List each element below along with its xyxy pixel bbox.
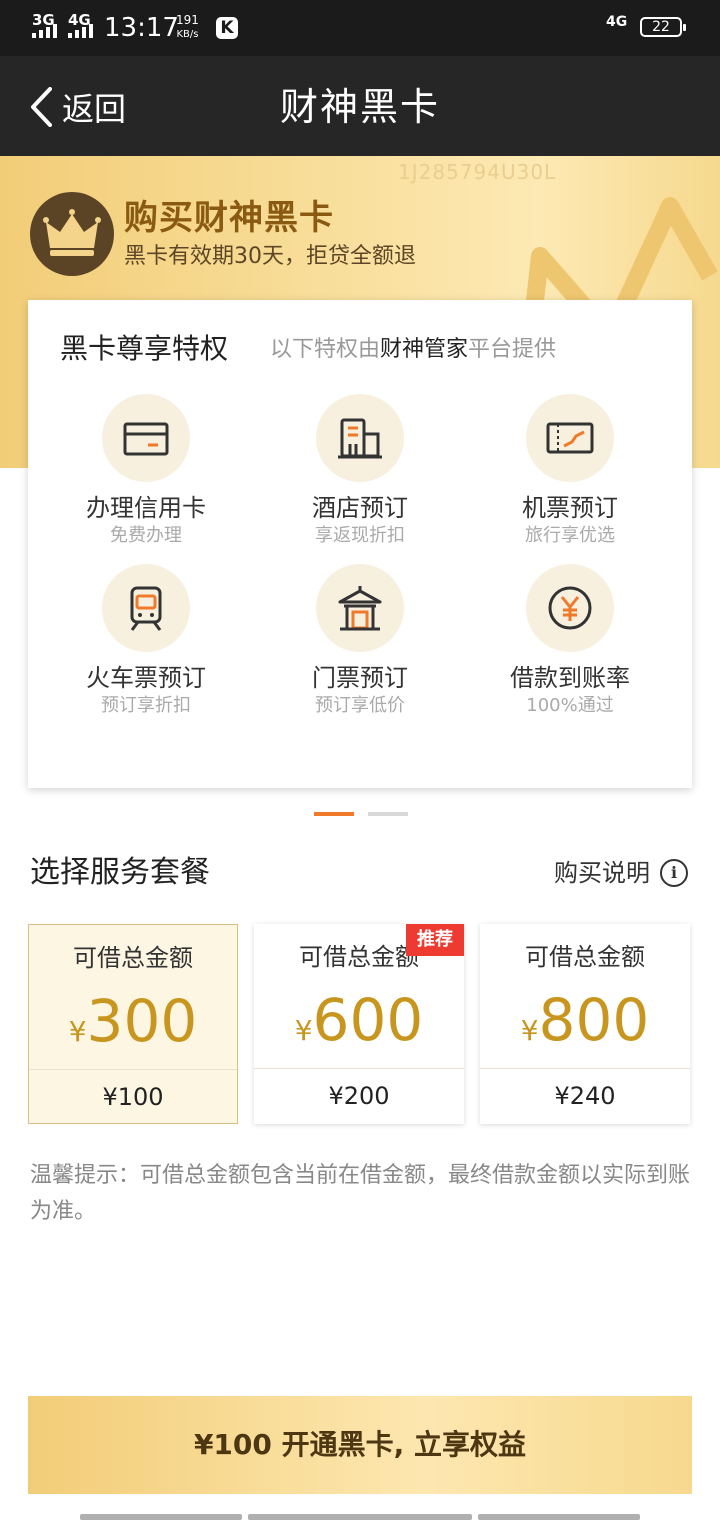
banner-title: 购买财神黑卡 — [124, 198, 334, 238]
speed-unit: KB/s — [176, 29, 199, 40]
currency-symbol: ¥ — [68, 1015, 87, 1048]
crown-icon — [43, 209, 101, 256]
divider — [29, 1069, 237, 1070]
crown-avatar — [30, 192, 114, 276]
note-prefix: 以下特权由 — [270, 337, 381, 362]
privileges-title: 黑卡尊享特权 — [60, 332, 229, 365]
privilege-attraction[interactable]: 门票预订 预订享低价 — [260, 564, 460, 718]
package-price: ¥200 — [328, 1082, 390, 1110]
network-type: 4G — [606, 14, 628, 30]
ticket-icon — [526, 394, 614, 482]
warm-tip: 温馨提示：可借总金额包含当前在借金额，最终借款金额以实际到账为准。 — [30, 1163, 691, 1224]
privilege-hotel[interactable]: 酒店预订 享返现折扣 — [260, 394, 460, 548]
divider — [254, 1068, 464, 1069]
purchase-info-button[interactable]: 购买说明 i — [554, 856, 688, 890]
section-title: 选择服务套餐 — [30, 855, 210, 890]
privilege-label: 办理信用卡 — [86, 494, 206, 522]
privilege-sub: 预订享低价 — [315, 695, 405, 716]
privilege-label: 门票预订 — [312, 664, 408, 692]
train-icon — [102, 564, 190, 652]
open-black-card-button[interactable]: ¥100 开通黑卡, 立享权益 — [28, 1396, 692, 1494]
hotel-icon — [316, 394, 404, 482]
nav-bar: 返回 财神黑卡 — [0, 56, 720, 156]
package-price: ¥100 — [102, 1083, 164, 1111]
privilege-label: 酒店预订 — [312, 494, 408, 522]
privilege-sub: 预订享折扣 — [101, 695, 191, 716]
privilege-label: 火车票预订 — [86, 664, 206, 692]
privilege-train[interactable]: 火车票预订 预订享折扣 — [46, 564, 246, 718]
privilege-label: 借款到账率 — [510, 664, 630, 692]
package-option-300[interactable]: 可借总金额 ¥300 ¥100 — [28, 924, 238, 1124]
pavilion-icon — [316, 564, 404, 652]
divider — [480, 1068, 690, 1069]
privileges-note: 以下特权由财神管家平台提供 — [270, 334, 556, 366]
status-bar: 3G 4G 13:17 191 KB/s K 4G 22 — [0, 0, 720, 56]
signal-bars-icon — [32, 22, 60, 38]
app-notification-icon: K — [216, 17, 238, 39]
privilege-loan-rate[interactable]: 借款到账率 100%通过 — [470, 564, 670, 718]
recommend-badge: 推荐 — [406, 924, 464, 956]
clock: 13:17 — [104, 13, 179, 43]
package-amount: ¥600 — [254, 982, 464, 1073]
privilege-sub: 免费办理 — [110, 525, 182, 546]
pager-dot-active[interactable] — [314, 812, 354, 816]
info-icon: i — [660, 859, 688, 887]
currency-symbol: ¥ — [520, 1014, 539, 1047]
serial-watermark: 1J285794U30L — [398, 160, 557, 184]
privilege-sub: 享返现折扣 — [315, 525, 405, 546]
speed-value: 191 — [176, 13, 199, 27]
pager-dot[interactable] — [368, 812, 408, 816]
signal-bars-icon — [68, 22, 96, 38]
package-price: ¥240 — [554, 1082, 616, 1110]
package-option-800[interactable]: 可借总金额 ¥800 ¥240 — [480, 924, 690, 1124]
page-title: 财神黑卡 — [279, 85, 440, 129]
package-amount: ¥800 — [480, 982, 690, 1073]
amount-value: 600 — [312, 986, 424, 1054]
battery-icon: 22 — [640, 17, 686, 37]
package-amount: ¥300 — [29, 983, 237, 1074]
privilege-sub: 100%通过 — [526, 695, 614, 716]
privilege-credit-card[interactable]: 办理信用卡 免费办理 — [46, 394, 246, 548]
system-nav-hint — [478, 1514, 640, 1520]
privilege-sub: 旅行享优选 — [525, 525, 615, 546]
amount-value: 300 — [86, 987, 198, 1055]
package-label: 可借总金额 — [525, 943, 645, 971]
privileges-card[interactable]: 黑卡尊享特权 以下特权由财神管家平台提供 办理信用卡 免费办理 酒店预订 享返现… — [28, 300, 692, 788]
purchase-info-label: 购买说明 — [554, 859, 650, 887]
yen-coin-icon — [526, 564, 614, 652]
privilege-flight[interactable]: 机票预订 旅行享优选 — [470, 394, 670, 548]
banner-subtitle: 黑卡有效期30天，拒贷全额退 — [124, 244, 416, 269]
network-speed: 191 KB/s — [176, 14, 199, 41]
amount-value: 800 — [538, 986, 650, 1054]
credit-card-icon — [102, 394, 190, 482]
note-suffix: 平台提供 — [468, 337, 557, 362]
privilege-label: 机票预订 — [522, 494, 618, 522]
system-nav-hint — [248, 1514, 472, 1520]
currency-symbol: ¥ — [294, 1014, 313, 1047]
system-nav-hint — [80, 1514, 242, 1520]
package-label: 可借总金额 — [73, 944, 193, 972]
note-highlight: 财神管家 — [380, 337, 469, 362]
package-option-600[interactable]: 可借总金额 推荐 ¥600 ¥200 — [254, 924, 464, 1124]
